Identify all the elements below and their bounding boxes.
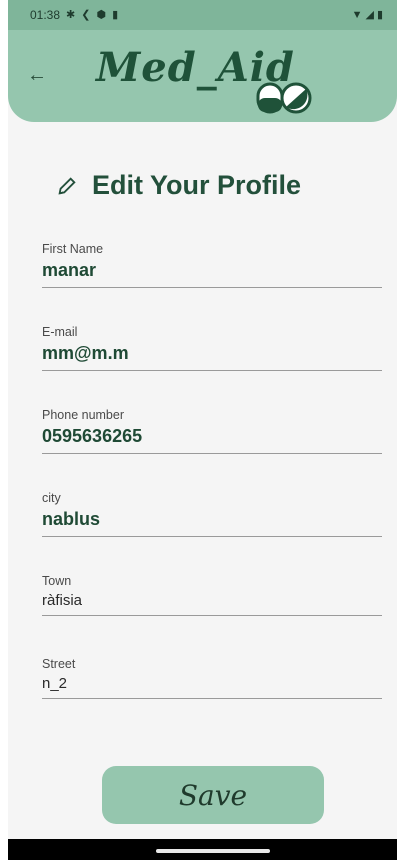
back-chevron-icon: ❮ [81, 8, 91, 21]
save-button[interactable]: Save [102, 766, 324, 824]
navigation-bar [8, 839, 397, 860]
pencil-icon [58, 176, 76, 195]
email-input[interactable] [42, 343, 382, 371]
city-input[interactable] [42, 509, 382, 537]
field-label: Phone number [42, 408, 125, 422]
town-field: Town [42, 574, 382, 657]
wifi-icon: ▼ [351, 8, 363, 21]
phone-input[interactable] [42, 426, 382, 454]
first-name-field: First Name [42, 242, 382, 325]
status-bar: 01:38 ✱ ❮ ⬢ ▮ ▼ ◢ ▮ [8, 0, 397, 30]
city-field: city [42, 491, 382, 574]
field-label: First Name [42, 242, 104, 256]
sd-card-icon: ▮ [112, 8, 119, 21]
gear-icon: ✱ [66, 8, 76, 21]
status-time: 01:38 [30, 8, 61, 22]
field-label: E-mail [42, 325, 78, 339]
street-field: Street [42, 657, 382, 740]
status-left: 01:38 ✱ ❮ ⬢ ▮ [30, 8, 118, 22]
profile-form: First Name E-mail Phone number city Town… [42, 242, 382, 740]
pill-logo-icon [256, 82, 312, 114]
battery-icon: ▮ [376, 8, 383, 21]
page-title-row: Edit Your Profile [56, 170, 301, 201]
app-frame: 01:38 ✱ ❮ ⬢ ▮ ▼ ◢ ▮ ← Med_Aid Edit Your … [8, 0, 397, 860]
street-input[interactable] [42, 675, 382, 699]
first-name-input[interactable] [42, 260, 382, 288]
home-indicator[interactable] [156, 849, 270, 853]
town-input[interactable] [42, 592, 382, 616]
email-field: E-mail [42, 325, 382, 408]
field-label: Street [42, 657, 76, 671]
status-right: ▼ ◢ ▮ [351, 8, 383, 21]
signal-icon: ◢ [365, 8, 374, 21]
phone-field: Phone number [42, 408, 382, 491]
field-label: Town [42, 574, 72, 588]
app-header: ← Med_Aid [8, 30, 397, 122]
back-button[interactable]: ← [24, 62, 50, 88]
page-title: Edit Your Profile [92, 170, 302, 200]
shield-icon: ⬢ [96, 8, 107, 21]
field-label: city [42, 491, 61, 505]
